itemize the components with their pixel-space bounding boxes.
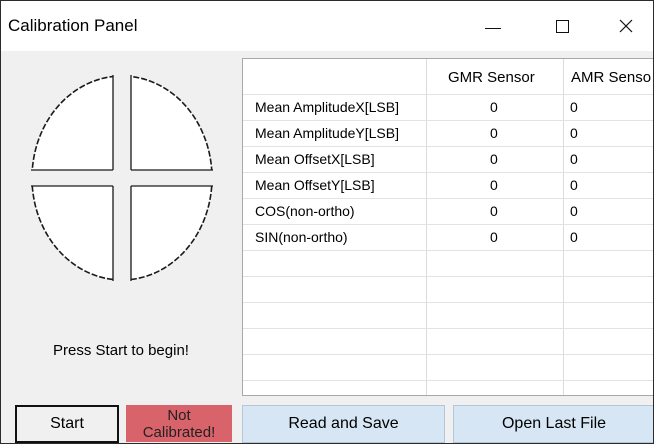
maximize-button[interactable]	[533, 1, 591, 51]
amr-value: 0	[570, 99, 578, 115]
results-table[interactable]: GMR Sensor AMR Senso Mean AmplitudeX[LSB…	[242, 58, 653, 396]
gmr-value: 0	[490, 177, 498, 193]
row-divider	[243, 172, 653, 173]
row-label: SIN(non-ortho)	[255, 229, 348, 245]
row-divider	[243, 120, 653, 121]
read-and-save-button[interactable]: Read and Save	[242, 405, 445, 443]
row-divider	[243, 328, 653, 329]
amr-value: 0	[570, 151, 578, 167]
column-divider	[563, 59, 564, 395]
calibration-status-button[interactable]: Not Calibrated!	[126, 405, 232, 442]
amr-value: 0	[570, 177, 578, 193]
row-divider	[243, 380, 653, 381]
column-header-amr[interactable]: AMR Senso	[571, 69, 651, 86]
row-label: Mean AmplitudeY[LSB]	[255, 125, 399, 141]
row-divider	[243, 354, 653, 355]
amr-value: 0	[570, 229, 578, 245]
column-divider	[426, 59, 427, 395]
row-label: COS(non-ortho)	[255, 203, 355, 219]
gmr-value: 0	[490, 99, 498, 115]
gmr-value: 0	[490, 203, 498, 219]
close-icon	[619, 19, 633, 33]
row-label: Mean OffsetY[LSB]	[255, 177, 375, 193]
amr-value: 0	[570, 125, 578, 141]
status-message: Press Start to begin!	[53, 342, 189, 359]
amr-value: 0	[570, 203, 578, 219]
start-button[interactable]: Start	[15, 405, 119, 443]
window-title: Calibration Panel	[8, 16, 138, 35]
calibration-plot	[31, 75, 213, 286]
gmr-value: 0	[490, 125, 498, 141]
close-button[interactable]	[597, 1, 653, 51]
status-line-2: Calibrated!	[142, 423, 216, 441]
status-line-1: Not	[167, 406, 191, 424]
minimize-button[interactable]	[464, 1, 522, 51]
maximize-icon	[555, 19, 569, 33]
row-divider	[243, 250, 653, 251]
row-divider	[243, 302, 653, 303]
gmr-value: 0	[490, 151, 498, 167]
row-divider	[243, 198, 653, 199]
header-divider	[243, 94, 653, 95]
row-divider	[243, 276, 653, 277]
open-last-file-button[interactable]: Open Last File	[453, 405, 653, 443]
row-divider	[243, 146, 653, 147]
quadrant-circle-graphic	[31, 75, 213, 281]
row-divider	[243, 224, 653, 225]
row-label: Mean OffsetX[LSB]	[255, 151, 375, 167]
gmr-value: 0	[490, 229, 498, 245]
title-bar[interactable]: Calibration Panel	[1, 1, 653, 51]
row-label: Mean AmplitudeX[LSB]	[255, 99, 399, 115]
minimize-icon	[485, 27, 501, 29]
calibration-window: Calibration Panel Press Start to begin! …	[0, 0, 654, 444]
column-header-gmr[interactable]: GMR Sensor	[448, 69, 535, 86]
